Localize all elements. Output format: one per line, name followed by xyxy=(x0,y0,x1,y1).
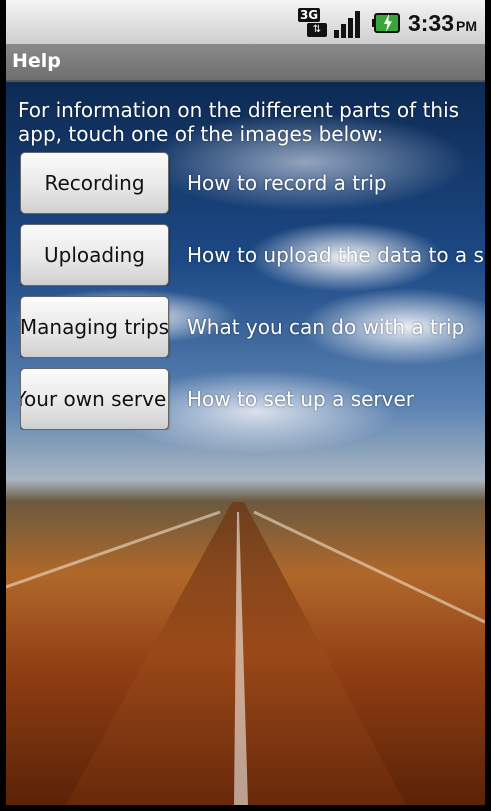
recording-description: How to record a trip xyxy=(187,171,387,195)
help-row-uploading: Uploading How to upload the data to a se… xyxy=(20,224,485,286)
status-icons: 3G ⇅ 3:33 PM xyxy=(297,6,477,40)
page-title: Help xyxy=(12,50,61,72)
help-row-own-server: Your own server How to set up a server xyxy=(20,368,485,430)
clock-ampm: PM xyxy=(456,17,477,34)
signal-strength-icon xyxy=(333,8,366,38)
clock-time: 3:33 xyxy=(407,9,454,36)
help-row-recording: Recording How to record a trip xyxy=(20,152,485,214)
help-intro-text: For information on the different parts o… xyxy=(18,98,460,146)
status-clock: 3:33 PM xyxy=(408,10,477,37)
own-server-description: How to set up a server xyxy=(187,387,415,411)
status-bar: 3G ⇅ 3:33 PM xyxy=(6,0,485,44)
help-row-managing-trips: Managing trips What you can do with a tr… xyxy=(20,296,485,358)
data-arrows-icon: ⇅ xyxy=(306,23,327,37)
own-server-button[interactable]: Your own server xyxy=(20,368,169,430)
uploading-description: How to upload the data to a ser xyxy=(187,243,485,267)
title-bar: Help xyxy=(6,44,485,82)
managing-trips-description: What you can do with a trip xyxy=(187,315,465,339)
battery-charging-icon xyxy=(371,11,402,35)
network-3g-icon: 3G ⇅ xyxy=(297,8,328,38)
help-content: For information on the different parts o… xyxy=(6,82,485,805)
managing-trips-button[interactable]: Managing trips xyxy=(20,296,169,358)
network-type: 3G xyxy=(297,8,321,22)
recording-button[interactable]: Recording xyxy=(20,152,169,214)
uploading-button[interactable]: Uploading xyxy=(20,224,169,286)
app-window: 3G ⇅ 3:33 PM Help For information on the… xyxy=(6,0,485,805)
